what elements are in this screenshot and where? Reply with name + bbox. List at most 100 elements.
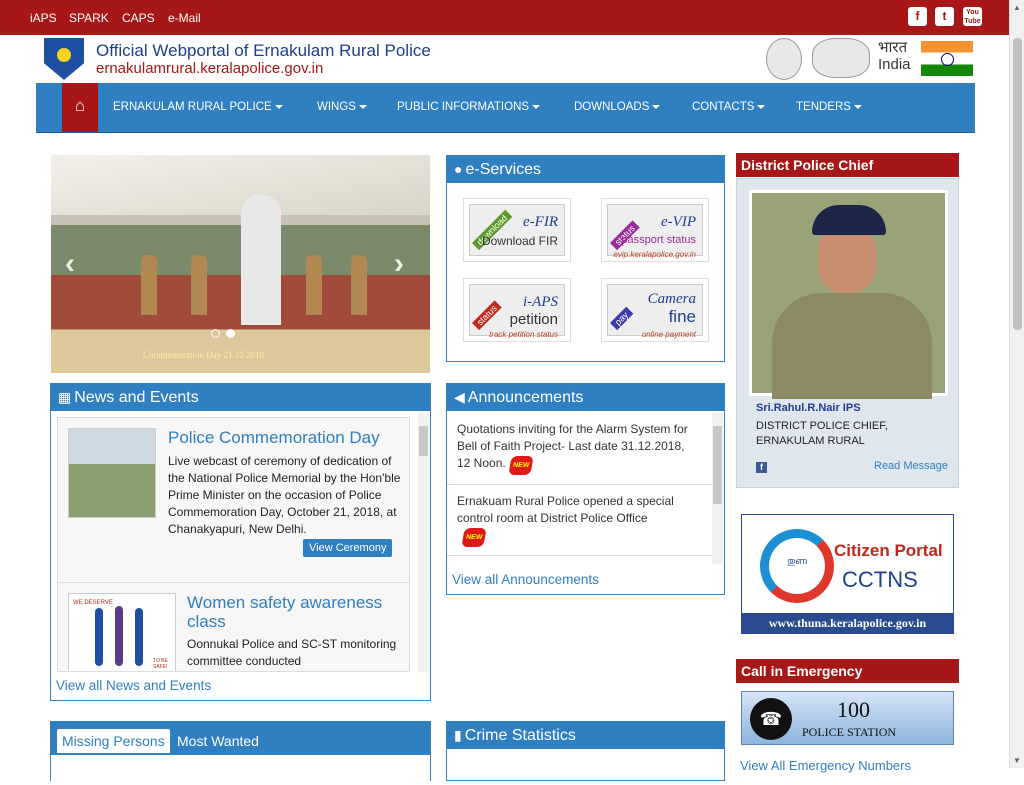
news-item-text: Oonnukal Police and SC-ST monitoring com… — [187, 637, 397, 668]
nav-label: PUBLIC INFORMATIONS — [397, 101, 530, 113]
topbar-link-iaps[interactable]: iAPS — [30, 11, 57, 25]
efir-title: e-FIR — [523, 214, 558, 230]
news-item-title[interactable]: Police Commemoration Day — [168, 428, 403, 447]
news-panel: ▦ News and Events Police Commemoration Da… — [50, 383, 431, 701]
globe-icon: ● — [454, 161, 463, 177]
chief-designation-line: DISTRICT POLICE CHIEF, — [756, 420, 888, 432]
carousel-dot[interactable] — [211, 329, 220, 338]
evip-subtitle: passport status — [621, 234, 696, 246]
caret-down-icon — [532, 104, 541, 109]
view-ceremony-button[interactable]: View Ceremony — [303, 539, 393, 557]
carousel-dot-active[interactable] — [226, 329, 235, 338]
camera-fine-band: pay — [610, 307, 633, 331]
kerala-emblem-icon — [812, 38, 870, 78]
topbar-link-email[interactable]: e-Mail — [168, 11, 201, 25]
nav-label: TENDERS — [796, 101, 851, 113]
scroll-down-icon[interactable]: ▼ — [1013, 756, 1021, 765]
announcement-item[interactable]: Ernakuam Rural Police opened a special c… — [457, 493, 697, 547]
evip-button[interactable]: status e-VIP passport status evip.kerala… — [601, 198, 709, 262]
citizen-portal-banner[interactable]: തുണ Citizen Portal CCTNS www.thuna.keral… — [741, 514, 954, 634]
new-badge: NEW — [461, 528, 488, 547]
carousel-next-icon[interactable]: › — [394, 247, 404, 281]
nav-public-informations[interactable]: PUBLIC INFORMATIONS — [397, 101, 541, 113]
announcements-header: ◀ Announcements — [447, 384, 724, 411]
iaps-logo: status i-APS petition track petition sta… — [469, 284, 565, 339]
emergency-label: POLICE STATION — [802, 725, 897, 739]
emergency-number: 100 — [837, 697, 870, 722]
persons-panel: Missing Persons Most Wanted — [50, 721, 431, 785]
slide-figure — [141, 255, 157, 315]
announcements-panel: ◀ Announcements Quotations inviting for t… — [446, 383, 725, 595]
thumb-figure — [115, 606, 123, 666]
topbar-link-spark[interactable]: SPARK — [69, 11, 109, 25]
view-all-announcements-link[interactable]: View all Announcements — [452, 572, 599, 587]
news-item: WE DESERVE TO BE SAFE! Women safety awar… — [57, 582, 410, 672]
news-item-text: Live webcast of ceremony of dedication o… — [168, 454, 401, 536]
scrollbar-thumb[interactable] — [1013, 38, 1022, 330]
divider — [447, 484, 712, 485]
chief-photo-body — [772, 293, 932, 399]
news-scrollbar[interactable] — [418, 412, 429, 672]
emergency-banner[interactable]: ☎ 100 POLICE STATION — [741, 691, 954, 745]
india-en: India — [878, 56, 911, 73]
site-header: Official Webportal of Ernakulam Rural Po… — [36, 35, 975, 83]
evip-title: e-VIP — [661, 214, 696, 230]
tab-most-wanted[interactable]: Most Wanted — [172, 729, 264, 753]
page-scrollbar[interactable]: ▲ ▼ — [1009, 0, 1024, 768]
news-scrollbar-thumb[interactable] — [419, 426, 428, 456]
iaps-desc: track petition status — [489, 330, 558, 339]
thumb-figure — [95, 608, 103, 666]
home-icon[interactable]: ⌂ — [62, 83, 98, 132]
announcement-item[interactable]: Quotations inviting for the Alarm System… — [457, 421, 697, 475]
caret-down-icon — [652, 104, 661, 109]
eservices-title: e-Services — [465, 161, 542, 178]
view-all-news-link[interactable]: View all News and Events — [56, 678, 211, 693]
scroll-up-icon[interactable]: ▲ — [1013, 3, 1021, 12]
nav-ernakulam-rural-police[interactable]: ERNAKULAM RURAL POLICE — [113, 101, 283, 113]
nav-wings[interactable]: WINGS — [317, 101, 367, 113]
topbar-link-caps[interactable]: CAPS — [122, 11, 155, 25]
iaps-button[interactable]: status i-APS petition track petition sta… — [463, 278, 571, 342]
news-thumbnail[interactable] — [68, 428, 156, 518]
view-all-emergency-link[interactable]: View All Emergency Numbers — [740, 758, 911, 773]
nav-tenders[interactable]: TENDERS — [796, 101, 862, 113]
bullhorn-icon: ◀ — [454, 389, 465, 405]
announcement-text: Ernakuam Rural Police opened a special c… — [457, 494, 674, 525]
caret-down-icon — [274, 104, 283, 109]
persons-panel-body — [51, 755, 430, 785]
top-bar: iAPS SPARK CAPS e-Mail f t You Tube — [0, 0, 1009, 35]
thumb-figure — [135, 608, 143, 666]
slide-tent — [51, 155, 430, 215]
camera-fine-subtitle: fine — [668, 307, 696, 326]
iaps-subtitle: petition — [509, 311, 558, 328]
news-title: News and Events — [74, 389, 199, 406]
nav-downloads[interactable]: DOWNLOADS — [574, 101, 661, 113]
nav-contacts[interactable]: CONTACTS — [692, 101, 766, 113]
camera-fine-desc: online payment — [641, 330, 696, 339]
facebook-icon[interactable]: f — [908, 7, 927, 26]
news-item: Police Commemoration Day Live webcast of… — [57, 417, 410, 598]
slide-monument — [241, 195, 281, 325]
carousel-prev-icon[interactable]: ‹ — [65, 247, 75, 281]
facebook-icon[interactable]: f — [756, 462, 767, 473]
read-message-link[interactable]: Read Message — [874, 460, 948, 472]
news-item-title[interactable]: Women safety awareness class — [187, 593, 405, 631]
efir-logo: download e-FIR Download FIR — [469, 204, 565, 256]
nav-label: ERNAKULAM RURAL POLICE — [113, 101, 272, 113]
announcements-scrollbar-thumb[interactable] — [713, 426, 722, 504]
image-carousel[interactable]: ‹ › Commemoration Day 21.10.2018 — [51, 155, 430, 373]
news-thumbnail[interactable]: WE DESERVE TO BE SAFE! — [68, 593, 176, 671]
announcements-scrollbar[interactable] — [712, 412, 723, 564]
eservices-panel: ● e-Services download e-FIR Download FIR … — [446, 155, 725, 362]
twitter-icon[interactable]: t — [935, 7, 954, 26]
kerala-police-logo[interactable] — [44, 38, 84, 80]
tab-missing-persons[interactable]: Missing Persons — [57, 729, 170, 753]
camera-fine-button[interactable]: pay Camera fine online payment — [601, 278, 709, 342]
thuna-logo-text: തുണ — [786, 556, 808, 566]
efir-button[interactable]: download e-FIR Download FIR — [463, 198, 571, 262]
main-nav: ⌂ ERNAKULAM RURAL POLICE WINGS PUBLIC IN… — [36, 83, 975, 133]
youtube-icon[interactable]: You Tube — [963, 7, 982, 26]
crime-stats-panel: ▮ Crime Statistics — [446, 721, 725, 781]
thuna-logo: തുണ — [760, 529, 834, 603]
india-flag-icon — [921, 41, 973, 76]
